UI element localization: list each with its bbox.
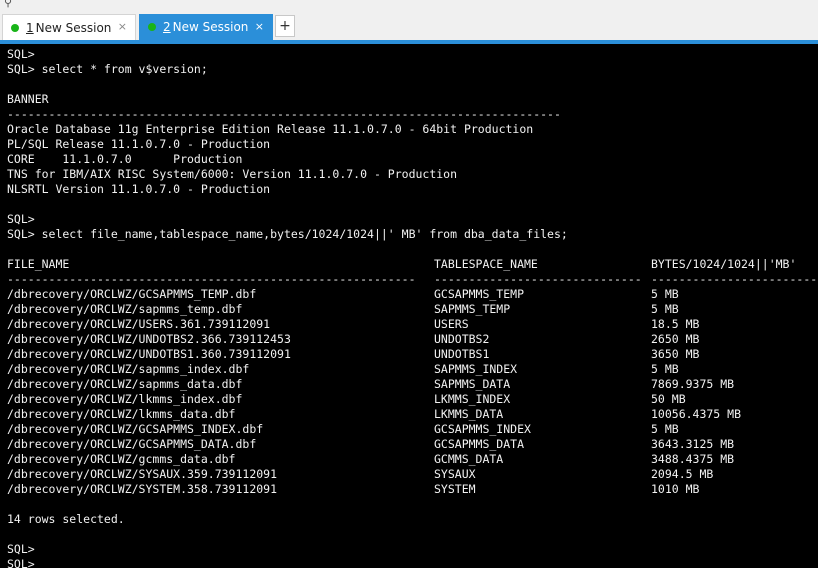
table-cell: /dbrecovery/ORCLWZ/SYSTEM.358.739112091 [7,482,278,496]
table-cell: 2094.5 MB [651,467,714,481]
table-cell: /dbrecovery/ORCLWZ/lkmms_index.dbf [7,392,243,406]
table-cell: GCSAPMMS_INDEX [434,422,531,436]
table-cell: GCSAPMMS_DATA [434,437,525,451]
banner-row: PL/SQL Release 11.1.0.7.0 - Production [7,137,271,151]
table-cell: 5 MB [651,362,679,376]
table-cell: 5 MB [651,422,679,436]
connected-status-icon [148,23,156,31]
sql-command: SQL> select * from v$version; [7,62,208,76]
sql-prompt: SQL> [7,212,35,226]
column-header: BYTES/1024/1024||'MB' [651,257,797,271]
tab-number: 1 [26,20,34,35]
table-cell: /dbrecovery/ORCLWZ/sapmms_index.dbf [7,362,250,376]
banner-row: CORE 11.1.0.7.0 Production [7,152,243,166]
new-tab-button[interactable]: + [275,15,295,37]
table-cell: 3650 MB [651,347,700,361]
table-cell: LKMMS_INDEX [434,392,511,406]
table-cell: SYSTEM [434,482,476,496]
table-cell: SAPMMS_DATA [434,377,511,391]
tab-label: New Session [172,20,249,34]
sql-prompt: SQL> [7,47,35,61]
close-icon[interactable]: × [118,20,127,33]
table-cell: 3643.3125 MB [651,437,735,451]
table-cell: /dbrecovery/ORCLWZ/GCSAPMMS_INDEX.dbf [7,422,264,436]
column-header: TABLESPACE_NAME [434,257,538,271]
tab-number: 2 [163,20,171,34]
header-rule: ------------------------------ [434,272,642,286]
tab-session-2[interactable]: 2 New Session × [139,14,273,40]
table-cell: 3488.4375 MB [651,452,735,466]
sql-prompt: SQL> [7,557,35,568]
banner-row: NLSRTL Version 11.1.0.7.0 - Production [7,182,271,196]
table-cell: GCMMS_DATA [434,452,504,466]
table-cell: /dbrecovery/ORCLWZ/UNDOTBS2.366.73911245… [7,332,291,346]
header-rule: ---------------------------- [651,272,818,286]
table-cell: /dbrecovery/ORCLWZ/sapmms_data.dbf [7,377,243,391]
tab-label: New Session [35,20,112,35]
table-cell: 50 MB [651,392,686,406]
terminal-output[interactable]: SQL> SQL> select * from v$version; BANNE… [0,44,818,568]
header-rule: ----------------------------------------… [7,272,416,286]
table-cell: 2650 MB [651,332,700,346]
sql-prompt: SQL> [7,542,35,556]
table-cell: SAPMMS_INDEX [434,362,518,376]
session-tab-bar: 1 New Session × 2 New Session × [0,12,818,40]
rows-selected-summary: 14 rows selected. [7,512,125,526]
table-cell: /dbrecovery/ORCLWZ/gcmms_data.dbf [7,452,236,466]
table-cell: /dbrecovery/ORCLWZ/UNDOTBS1.360.73911209… [7,347,291,361]
column-header: FILE_NAME [7,257,70,271]
table-cell: /dbrecovery/ORCLWZ/SYSAUX.359.739112091 [7,467,278,481]
header-rule: ----------------------------------------… [7,107,561,121]
table-cell: UNDOTBS2 [434,332,490,346]
table-cell: GCSAPMMS_TEMP [434,287,525,301]
table-cell: UNDOTBS1 [434,347,490,361]
tab-session-1[interactable]: 1 New Session × [2,14,136,40]
column-header: BANNER [7,92,49,106]
table-cell: 5 MB [651,287,679,301]
table-cell: /dbrecovery/ORCLWZ/sapmms_temp.dbf [7,302,243,316]
sql-command: SQL> select file_name,tablespace_name,by… [7,227,568,241]
close-icon[interactable]: × [255,20,264,33]
table-cell: 5 MB [651,302,679,316]
banner-row: TNS for IBM/AIX RISC System/6000: Versio… [7,167,458,181]
table-cell: 18.5 MB [651,317,700,331]
table-cell: /dbrecovery/ORCLWZ/lkmms_data.dbf [7,407,236,421]
table-cell: /dbrecovery/ORCLWZ/USERS.361.739112091 [7,317,271,331]
table-cell: /dbrecovery/ORCLWZ/GCSAPMMS_TEMP.dbf [7,287,257,301]
connected-status-icon [11,23,19,32]
banner-row: Oracle Database 11g Enterprise Edition R… [7,122,534,136]
table-cell: LKMMS_DATA [434,407,504,421]
table-cell: 10056.4375 MB [651,407,742,421]
table-cell: 1010 MB [651,482,700,496]
table-cell: USERS [434,317,469,331]
table-cell: SYSAUX [434,467,476,481]
table-cell: SAPMMS_TEMP [434,302,511,316]
pin-icon[interactable]: ⚲ [4,0,12,9]
table-cell: 7869.9375 MB [651,377,735,391]
table-cell: /dbrecovery/ORCLWZ/GCSAPMMS_DATA.dbf [7,437,257,451]
